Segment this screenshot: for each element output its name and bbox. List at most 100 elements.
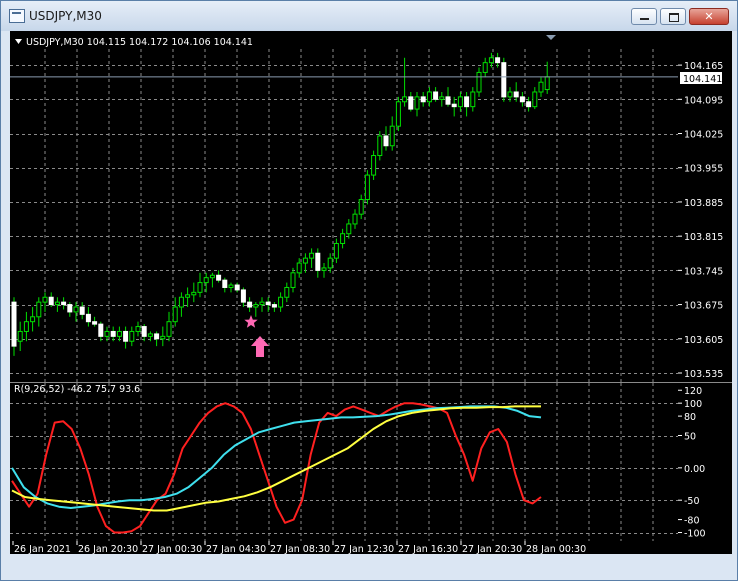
candle-body bbox=[42, 296, 48, 303]
indicator-tick-label: 100 bbox=[684, 399, 702, 410]
price-tick-label: 103.815 bbox=[684, 232, 723, 243]
price-chart[interactable]: USDJPY,M30 104.115 104.172 104.106 104.1… bbox=[10, 31, 732, 554]
candle-body bbox=[73, 306, 79, 313]
candle-body bbox=[383, 135, 389, 147]
candle-body bbox=[185, 294, 191, 298]
chart-window: USDJPY,M30 ✕ USDJPY,M30 104.115 104.172 … bbox=[0, 0, 738, 581]
candle-body bbox=[259, 301, 265, 306]
time-tick-label: 27 Jan 12:30 bbox=[334, 544, 394, 554]
candle-body bbox=[296, 262, 302, 274]
candle-body bbox=[36, 301, 42, 318]
indicator-tick-label: -80 bbox=[684, 516, 700, 527]
candle-body bbox=[265, 301, 271, 306]
candle-body bbox=[364, 174, 370, 201]
candle-body bbox=[104, 330, 110, 337]
candle-body bbox=[488, 57, 494, 64]
up-arrow-marker-icon bbox=[251, 336, 269, 357]
indicator-series-line bbox=[11, 405, 541, 512]
candle-body bbox=[172, 306, 178, 323]
price-tick-label: 104.095 bbox=[684, 95, 723, 106]
candle-body bbox=[154, 333, 160, 340]
time-tick-label: 27 Jan 20:30 bbox=[462, 544, 522, 554]
candle-body bbox=[166, 321, 172, 337]
candle-body bbox=[352, 213, 358, 225]
candle-body bbox=[470, 91, 476, 108]
indicator-series-line bbox=[11, 405, 542, 509]
candle-body bbox=[228, 284, 234, 288]
candle-body bbox=[135, 326, 141, 332]
star-marker-icon bbox=[244, 315, 258, 328]
candle-body bbox=[402, 96, 408, 103]
time-tick-label: 28 Jan 00:30 bbox=[526, 544, 586, 554]
candle-body bbox=[160, 335, 166, 340]
candle-body bbox=[48, 296, 54, 306]
indicator-tick-label: 80 bbox=[684, 412, 696, 423]
candle-body bbox=[377, 135, 383, 157]
candle-body bbox=[85, 313, 91, 323]
candle-body bbox=[544, 76, 550, 91]
price-tick-label: 103.675 bbox=[684, 301, 723, 312]
candle-body bbox=[389, 125, 395, 147]
title-bar[interactable]: USDJPY,M30 ✕ bbox=[1, 1, 737, 31]
candle-body bbox=[526, 101, 532, 108]
candle-body bbox=[327, 257, 333, 269]
candle-body bbox=[451, 103, 457, 108]
candle-body bbox=[507, 91, 513, 98]
candle-body bbox=[420, 96, 426, 103]
time-tick-label: 26 Jan 20:30 bbox=[78, 544, 138, 554]
indicator-lines bbox=[11, 402, 542, 534]
price-tick-label: 103.605 bbox=[684, 335, 723, 346]
triangle-down-icon[interactable] bbox=[15, 39, 22, 44]
candle-body bbox=[495, 57, 501, 64]
price-tick-label: 103.885 bbox=[684, 198, 723, 209]
candle-body bbox=[482, 62, 488, 73]
candle-body bbox=[123, 330, 129, 342]
candle-body bbox=[92, 321, 98, 325]
candle-body bbox=[178, 296, 184, 308]
candle-body bbox=[253, 304, 259, 308]
chart-window-icon bbox=[9, 9, 25, 23]
candle-body bbox=[426, 91, 432, 103]
candle-body bbox=[197, 282, 203, 293]
indicator-header: R(9,26,52) -46.2 75.7 93.6 bbox=[14, 384, 140, 395]
candle-body bbox=[98, 323, 104, 337]
candle-body bbox=[67, 304, 73, 313]
candle-body bbox=[30, 316, 36, 323]
candle-body bbox=[340, 233, 346, 244]
time-tick-label: 27 Jan 04:30 bbox=[206, 544, 266, 554]
minimize-button[interactable] bbox=[631, 8, 657, 25]
close-button[interactable]: ✕ bbox=[689, 8, 729, 25]
candle-body bbox=[129, 330, 135, 342]
candle-body bbox=[519, 96, 525, 103]
maximize-button[interactable] bbox=[660, 8, 686, 25]
candle-body bbox=[476, 71, 482, 93]
candles bbox=[11, 52, 550, 356]
candle-body bbox=[222, 279, 228, 288]
candle-body bbox=[315, 252, 321, 271]
candle-body bbox=[191, 291, 197, 296]
candle-body bbox=[445, 96, 451, 105]
candle-body bbox=[240, 289, 246, 303]
candle-body bbox=[247, 301, 253, 308]
candle-body bbox=[116, 330, 122, 337]
candle-body bbox=[513, 91, 519, 98]
indicator-tick-label: 120 bbox=[684, 386, 702, 397]
candle-body bbox=[371, 155, 377, 176]
time-axis: 26 Jan 2021 26 Jan 20:30 27 Jan 00:30 27 Ja… bbox=[10, 541, 732, 554]
price-tick-label: 103.745 bbox=[684, 266, 723, 277]
candle-body bbox=[395, 101, 401, 127]
candle-body bbox=[532, 91, 538, 108]
symbol-header: USDJPY,M30 104.115 104.172 104.106 104.1… bbox=[26, 37, 253, 48]
candle-body bbox=[457, 96, 463, 108]
indicator-grid bbox=[10, 383, 732, 541]
indicator-tick-label: -100 bbox=[684, 529, 706, 540]
current-price-label: 104.141 bbox=[683, 74, 722, 85]
time-tick-label: 27 Jan 00:30 bbox=[142, 544, 202, 554]
chart-shift-triangle-icon[interactable] bbox=[546, 35, 556, 40]
candle-body bbox=[54, 301, 60, 306]
candle-body bbox=[346, 223, 352, 235]
candle-body bbox=[61, 301, 67, 306]
candle-body bbox=[333, 242, 339, 259]
indicator-series-line bbox=[11, 402, 542, 534]
chart-area[interactable]: USDJPY,M30 104.115 104.172 104.106 104.1… bbox=[10, 31, 732, 554]
